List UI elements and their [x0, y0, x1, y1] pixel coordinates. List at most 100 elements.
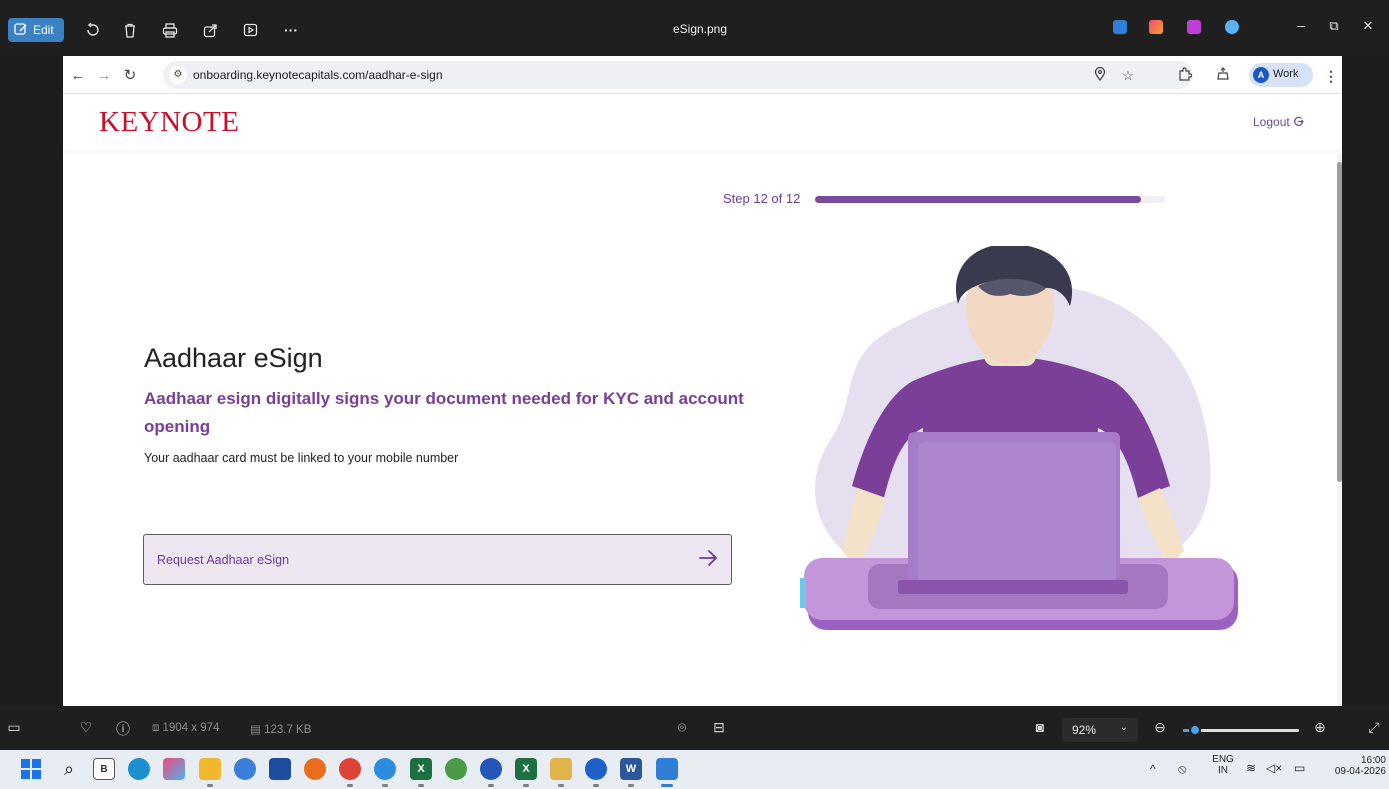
zoom-value: 92%: [1072, 723, 1097, 737]
volume-muted-icon[interactable]: ◁×: [1266, 761, 1282, 775]
page-title: Aadhaar eSign: [144, 343, 323, 373]
word-icon[interactable]: W: [620, 758, 642, 780]
file-title: eSign.png: [672, 22, 728, 36]
visual-search-icon[interactable]: ⌾: [672, 719, 692, 736]
copilot-icon[interactable]: [1149, 20, 1163, 34]
zoom-slider-knob[interactable]: [1188, 724, 1201, 736]
running-indicator: [628, 784, 634, 787]
rotate-icon[interactable]: [82, 19, 104, 41]
url-text[interactable]: onboarding.keynotecapitals.com/aadhar-e-…: [193, 68, 443, 82]
browser-menu-icon[interactable]: ⋮: [1321, 66, 1341, 86]
scroll-thumb[interactable]: [1337, 162, 1342, 482]
notifications-off-icon[interactable]: ⦸: [1178, 761, 1186, 777]
profile-label: Work: [1273, 68, 1299, 80]
keynote-logo[interactable]: KEYNOTE: [99, 106, 239, 139]
excel-icon-2[interactable]: X: [515, 758, 537, 780]
firefox-icon[interactable]: [304, 758, 326, 780]
chrome-profile-icon[interactable]: [374, 758, 396, 780]
zoom-slider[interactable]: [1183, 724, 1299, 736]
running-indicator: [418, 784, 424, 787]
profile-button[interactable]: A Work: [1249, 63, 1313, 87]
edit-icon: [14, 22, 28, 39]
running-indicator: [558, 784, 564, 787]
outlook-icon[interactable]: [585, 758, 607, 780]
filmstrip-icon[interactable]: ▭: [4, 719, 24, 736]
lang-bottom: IN: [1218, 765, 1228, 776]
edit-button[interactable]: Edit: [8, 18, 64, 42]
location-icon[interactable]: [1091, 66, 1109, 85]
profile-avatar: A: [1253, 67, 1269, 83]
photos-app-icon[interactable]: [1113, 20, 1127, 34]
slideshow-icon[interactable]: [239, 19, 261, 41]
extensions-icon[interactable]: [1175, 66, 1195, 86]
clipchamp-icon[interactable]: [1187, 20, 1201, 34]
close-icon[interactable]: ✕: [1356, 18, 1380, 34]
progress-bar: [815, 196, 1165, 203]
site-info-icon[interactable]: ⚙: [169, 66, 187, 84]
file-size-icon: ▤: [250, 724, 265, 736]
battery-icon[interactable]: ▭: [1294, 761, 1305, 775]
info-icon[interactable]: ⓘ: [113, 719, 133, 739]
running-indicator: [207, 784, 213, 787]
share-icon[interactable]: [199, 19, 221, 41]
b-app-icon[interactable]: B: [93, 758, 115, 780]
zoom-in-icon[interactable]: ⊕: [1310, 719, 1330, 736]
restore-icon[interactable]: ⧉: [1322, 18, 1346, 34]
site-header: KEYNOTE Logout: [63, 94, 1342, 150]
file-size-text: 123.7 KB: [264, 724, 312, 736]
app-icon-green[interactable]: [445, 758, 467, 780]
print-icon[interactable]: [159, 19, 181, 41]
favorite-heart-icon[interactable]: ♡: [76, 719, 96, 736]
delete-icon[interactable]: [119, 19, 141, 41]
request-aadhaar-esign-button[interactable]: Request Aadhaar eSign: [143, 534, 732, 585]
reload-icon[interactable]: ↻: [120, 66, 140, 86]
back-icon[interactable]: ←: [68, 66, 88, 86]
app-icon-blue[interactable]: [234, 758, 256, 780]
edit-label: Edit: [33, 23, 54, 37]
running-indicator: [593, 784, 599, 787]
app-icon-navy[interactable]: [480, 758, 502, 780]
language-indicator[interactable]: ENG IN: [1212, 754, 1234, 776]
copilot-taskbar-icon[interactable]: [163, 758, 185, 780]
wifi-icon[interactable]: ≋: [1246, 761, 1256, 775]
tray-overflow-icon[interactable]: ^: [1150, 762, 1156, 776]
logout-link[interactable]: Logout: [1253, 115, 1304, 129]
app-icon-yellow[interactable]: [550, 758, 572, 780]
text-scan-icon[interactable]: ⊟: [709, 719, 729, 736]
bookmark-star-icon[interactable]: ☆: [1119, 67, 1137, 85]
forward-icon[interactable]: →: [94, 66, 114, 86]
start-windows-icon[interactable]: [20, 758, 42, 780]
windows-taskbar: ⌕ B X X W ^ ⦸ ENG IN ≋ ◁× ▭ 16:00 09-04-…: [0, 750, 1389, 789]
zoom-dropdown[interactable]: 92% ⌄: [1062, 718, 1138, 742]
photos-taskbar-icon[interactable]: [656, 758, 678, 780]
more-icon[interactable]: ···: [280, 19, 302, 41]
clock-date: 09-04-2026: [1334, 766, 1386, 777]
person-laptop-illustration: [800, 246, 1238, 630]
aadhaar-note: Your aadhaar card must be linked to your…: [144, 451, 459, 465]
chevron-down-icon: ⌄: [1119, 722, 1128, 733]
fullscreen-icon[interactable]: ⤢: [1364, 719, 1384, 736]
viewer-statusbar: ▭ ♡ ⓘ ⧈ 1904 x 974 ▤ 123.7 KB ⌾ ⊟ ◙ 92% …: [0, 706, 1389, 750]
file-size: ▤ 123.7 KB: [250, 722, 311, 736]
minimize-icon[interactable]: –: [1289, 18, 1313, 33]
running-indicator: [382, 784, 388, 787]
lang-top: ENG: [1212, 754, 1234, 765]
store-icon[interactable]: [269, 758, 291, 780]
downloads-icon[interactable]: [1213, 66, 1233, 86]
onedrive-icon[interactable]: [1225, 20, 1239, 34]
address-bar[interactable]: ⚙ onboarding.keynotecapitals.com/aadhar-…: [163, 61, 1193, 89]
excel-icon[interactable]: X: [410, 758, 432, 780]
edge-icon[interactable]: [128, 758, 150, 780]
actual-size-icon[interactable]: ◙: [1030, 719, 1050, 735]
page-scrollbar[interactable]: [1337, 154, 1342, 706]
search-icon[interactable]: ⌕: [58, 758, 80, 780]
chrome-icon[interactable]: [339, 758, 361, 780]
browser-window: ← → ↻ ⚙ onboarding.keynotecapitals.com/a…: [63, 56, 1342, 706]
zoom-out-icon[interactable]: ⊖: [1150, 719, 1170, 736]
arrow-right-icon: [697, 547, 719, 569]
clock[interactable]: 16:00 09-04-2026: [1322, 755, 1386, 777]
request-button-label: Request Aadhaar eSign: [157, 553, 290, 567]
file-explorer-icon[interactable]: [199, 758, 221, 780]
step-indicator: Step 12 of 12: [723, 191, 801, 206]
logout-icon: [1293, 115, 1304, 129]
